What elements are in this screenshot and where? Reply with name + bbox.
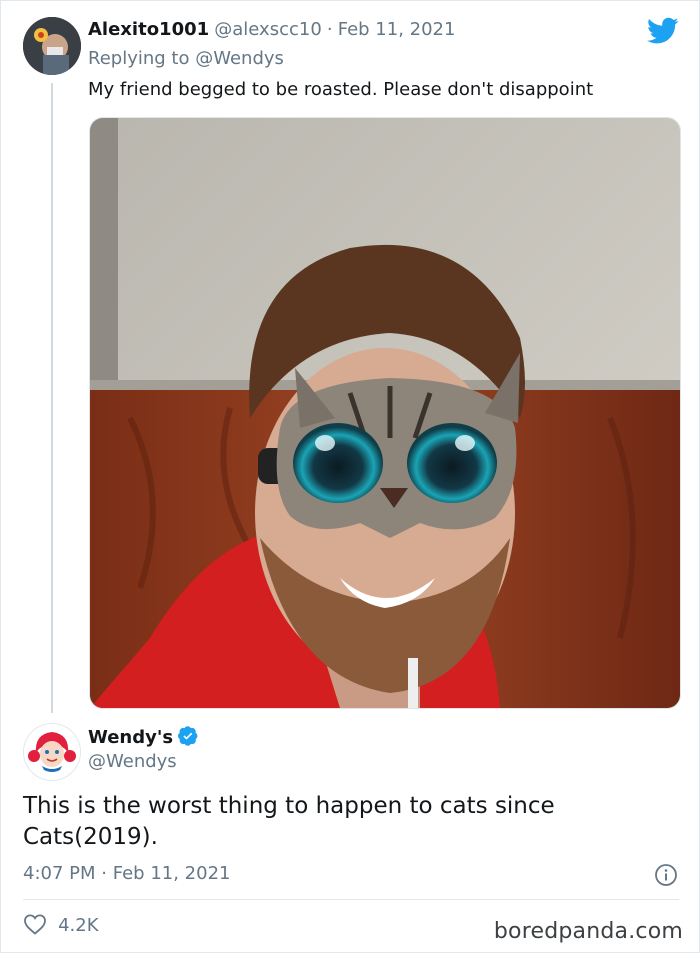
replying-to-handle[interactable]: @Wendys	[195, 48, 284, 69]
tweet-photo[interactable]	[89, 117, 681, 709]
reply-author-line: Alexito1001 @alexscc10 · Feb 11, 2021	[88, 19, 455, 40]
replying-to-prefix: Replying to	[88, 48, 190, 69]
main-author-line: Wendy's	[88, 726, 198, 750]
thread-connector-line	[51, 83, 53, 713]
photo-cat-mask-selfie	[90, 118, 680, 708]
reply-author-avatar[interactable]	[23, 17, 81, 75]
reply-display-name[interactable]: Alexito1001	[88, 19, 209, 40]
like-count: 4.2K	[58, 915, 99, 936]
action-divider	[23, 899, 679, 900]
reply-date[interactable]: Feb 11, 2021	[338, 19, 456, 40]
main-separator: ·	[101, 863, 107, 884]
main-display-name[interactable]: Wendy's	[88, 727, 173, 748]
user-avatar-icon	[23, 17, 81, 75]
wendys-avatar[interactable]	[23, 723, 81, 781]
boredpanda-watermark: boredpanda.com	[493, 919, 683, 944]
twitter-bird-icon[interactable]	[647, 17, 679, 45]
reply-tweet-text: My friend begged to be roasted. Please d…	[88, 79, 594, 100]
wendys-logo-icon	[25, 725, 79, 779]
main-timestamp[interactable]: 4:07 PM · Feb 11, 2021	[23, 863, 230, 884]
reply-handle[interactable]: @alexscc10	[214, 19, 322, 40]
reply-separator: ·	[326, 19, 333, 40]
like-button[interactable]: 4.2K	[23, 913, 99, 939]
main-tweet-text: This is the worst thing to happen to cat…	[23, 793, 555, 850]
main-date: Feb 11, 2021	[112, 863, 231, 884]
replying-to-line: Replying to @Wendys	[88, 48, 284, 69]
tweet-card: Alexito1001 @alexscc10 · Feb 11, 2021 Re…	[0, 0, 700, 953]
info-icon[interactable]	[654, 863, 678, 887]
heart-icon	[23, 913, 47, 939]
main-handle[interactable]: @Wendys	[88, 751, 177, 772]
verified-badge-icon	[178, 726, 198, 750]
main-time: 4:07 PM	[23, 863, 96, 884]
